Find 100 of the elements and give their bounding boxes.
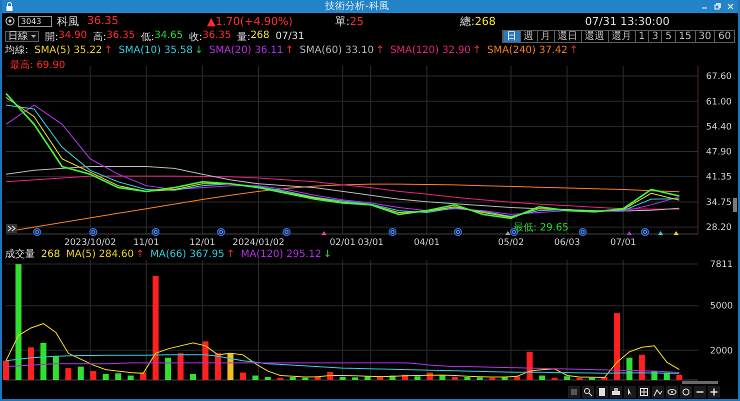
axis-label: 03/01 [358, 238, 384, 248]
chart-tools-icon [653, 386, 663, 396]
quote-value: 34.65 [154, 30, 184, 42]
axis-label: 61.00 [706, 97, 732, 108]
toolbar-button[interactable] [582, 386, 594, 398]
axis-label: 54.40 [706, 122, 732, 133]
trend-arrow: ↓ [194, 44, 204, 56]
price-change: ▲1.70(+4.90%) [207, 14, 293, 28]
quote-value: 268 [250, 30, 270, 42]
axis-label: 05/02 [498, 238, 524, 248]
quote-label: 開: [45, 30, 58, 44]
quote-value: 36.35 [202, 30, 232, 42]
legend-value: 268 [41, 248, 60, 260]
grid-icon [639, 386, 649, 396]
legend-item: MA(66) 367.95 [150, 248, 224, 260]
trend-arrow: ↑ [285, 44, 294, 56]
legend-item: SMA(10) 35.58 [118, 44, 193, 56]
restore-icon[interactable] [714, 3, 721, 10]
timeframe-tab[interactable]: 日 [502, 31, 520, 42]
toolbar-button[interactable] [652, 386, 664, 398]
trend-arrow: ↑ [376, 44, 384, 56]
triangle-marker [674, 231, 679, 235]
quote-label: 高: [93, 30, 106, 44]
legend-title: 均線: [5, 44, 28, 57]
axis-label: 5000 [710, 302, 733, 312]
print-icon [611, 386, 621, 396]
legend-item: SMA(60) 33.10 [300, 44, 374, 56]
quote-time: 07/31 13:30:00 [585, 14, 670, 28]
axis-label: 47.90 [706, 148, 732, 158]
zoom-icon [583, 386, 593, 396]
trend-arrow: ↑ [104, 44, 113, 56]
plus-icon [709, 386, 719, 396]
axis-label: 07/01 [610, 238, 636, 248]
axis-label: 2023/10/02 [64, 238, 116, 248]
quote-label: 收: [189, 30, 202, 44]
toolbar-button[interactable] [666, 386, 678, 398]
axis-label: 2000 [710, 346, 733, 356]
event-icon[interactable] [89, 228, 98, 236]
stat-value: 25 [350, 14, 364, 28]
legend-item: MA(120) 295.12 [240, 248, 322, 260]
expand-icon[interactable] [6, 224, 17, 233]
event-icon[interactable] [217, 228, 226, 236]
quote-label: 低: [141, 30, 154, 44]
toolbar-button[interactable] [638, 386, 650, 398]
legend-item: MA(5) 284.60 [66, 248, 134, 260]
square-icon [569, 386, 579, 396]
event-icon[interactable] [33, 228, 42, 236]
event-icon[interactable] [282, 228, 291, 236]
toolbar-button[interactable] [694, 386, 706, 398]
symbol-input[interactable]: 3043 [18, 16, 52, 26]
toolbar-button[interactable] [610, 386, 622, 398]
axis-label: 67.60 [706, 72, 732, 82]
event-icon[interactable] [578, 228, 587, 236]
stock-name: 科風 [57, 14, 79, 28]
axis-label: 11/01 [133, 238, 160, 248]
stat-label: 總: [460, 14, 475, 28]
event-icon[interactable] [152, 228, 160, 236]
axis-label: 2024/01/02 [232, 238, 284, 248]
axis-label: 34.75 [706, 198, 732, 208]
scroll-handle[interactable] [733, 198, 737, 212]
toolbar-button[interactable] [708, 386, 720, 398]
scrollbar-thumb[interactable] [682, 381, 718, 384]
axis-label: 02/01 [330, 238, 356, 248]
axis-label: 12/01 [189, 238, 216, 248]
legend-item: SMA(20) 36.11 [209, 44, 284, 56]
event-icon[interactable] [388, 228, 397, 236]
trend-arrow: ↑ [472, 44, 482, 56]
legend-item: SMA(5) 35.22 [34, 44, 102, 56]
event-icon[interactable] [641, 228, 649, 236]
toolbar-button[interactable] [596, 386, 608, 398]
quote-label: 量: [237, 30, 250, 44]
quote-date: 07/31 [276, 31, 304, 42]
quote-value: 34.90 [58, 30, 88, 42]
axis-label: 04/01 [414, 238, 440, 248]
period-dropdown[interactable]: 日線 [5, 31, 39, 42]
legend-item: SMA(120) 32.90 [390, 44, 471, 56]
eye-icon [667, 386, 677, 396]
quote-value: 36.35 [106, 30, 136, 42]
triangle-marker [658, 231, 664, 235]
window-title: 技術分析-科風 [324, 0, 390, 12]
event-icon[interactable] [454, 228, 462, 236]
lock-icon [6, 2, 13, 11]
stat-value: 268 [474, 14, 496, 28]
legend-item: SMA(240) 37.42 [487, 44, 568, 56]
axis-label: 28.20 [706, 223, 732, 234]
high-price-label: 最高: 69.90 [10, 60, 66, 71]
target-icon[interactable] [5, 16, 15, 26]
stat-label: 單: [335, 14, 350, 28]
axis-label: 41.35 [706, 172, 732, 183]
toolbar-button[interactable] [624, 386, 636, 398]
axis-label: 7811 [710, 260, 733, 270]
trend-arrow: ↓ [323, 248, 332, 260]
stock-price: 36.35 [87, 14, 118, 28]
triangle-marker [505, 231, 510, 235]
caret-icon [31, 35, 36, 38]
close-icon[interactable] [727, 3, 734, 10]
trend-arrow: ↑ [570, 44, 578, 56]
trend-arrow: ↑ [226, 248, 235, 260]
document-icon [597, 386, 607, 396]
triangle-marker [626, 231, 632, 235]
